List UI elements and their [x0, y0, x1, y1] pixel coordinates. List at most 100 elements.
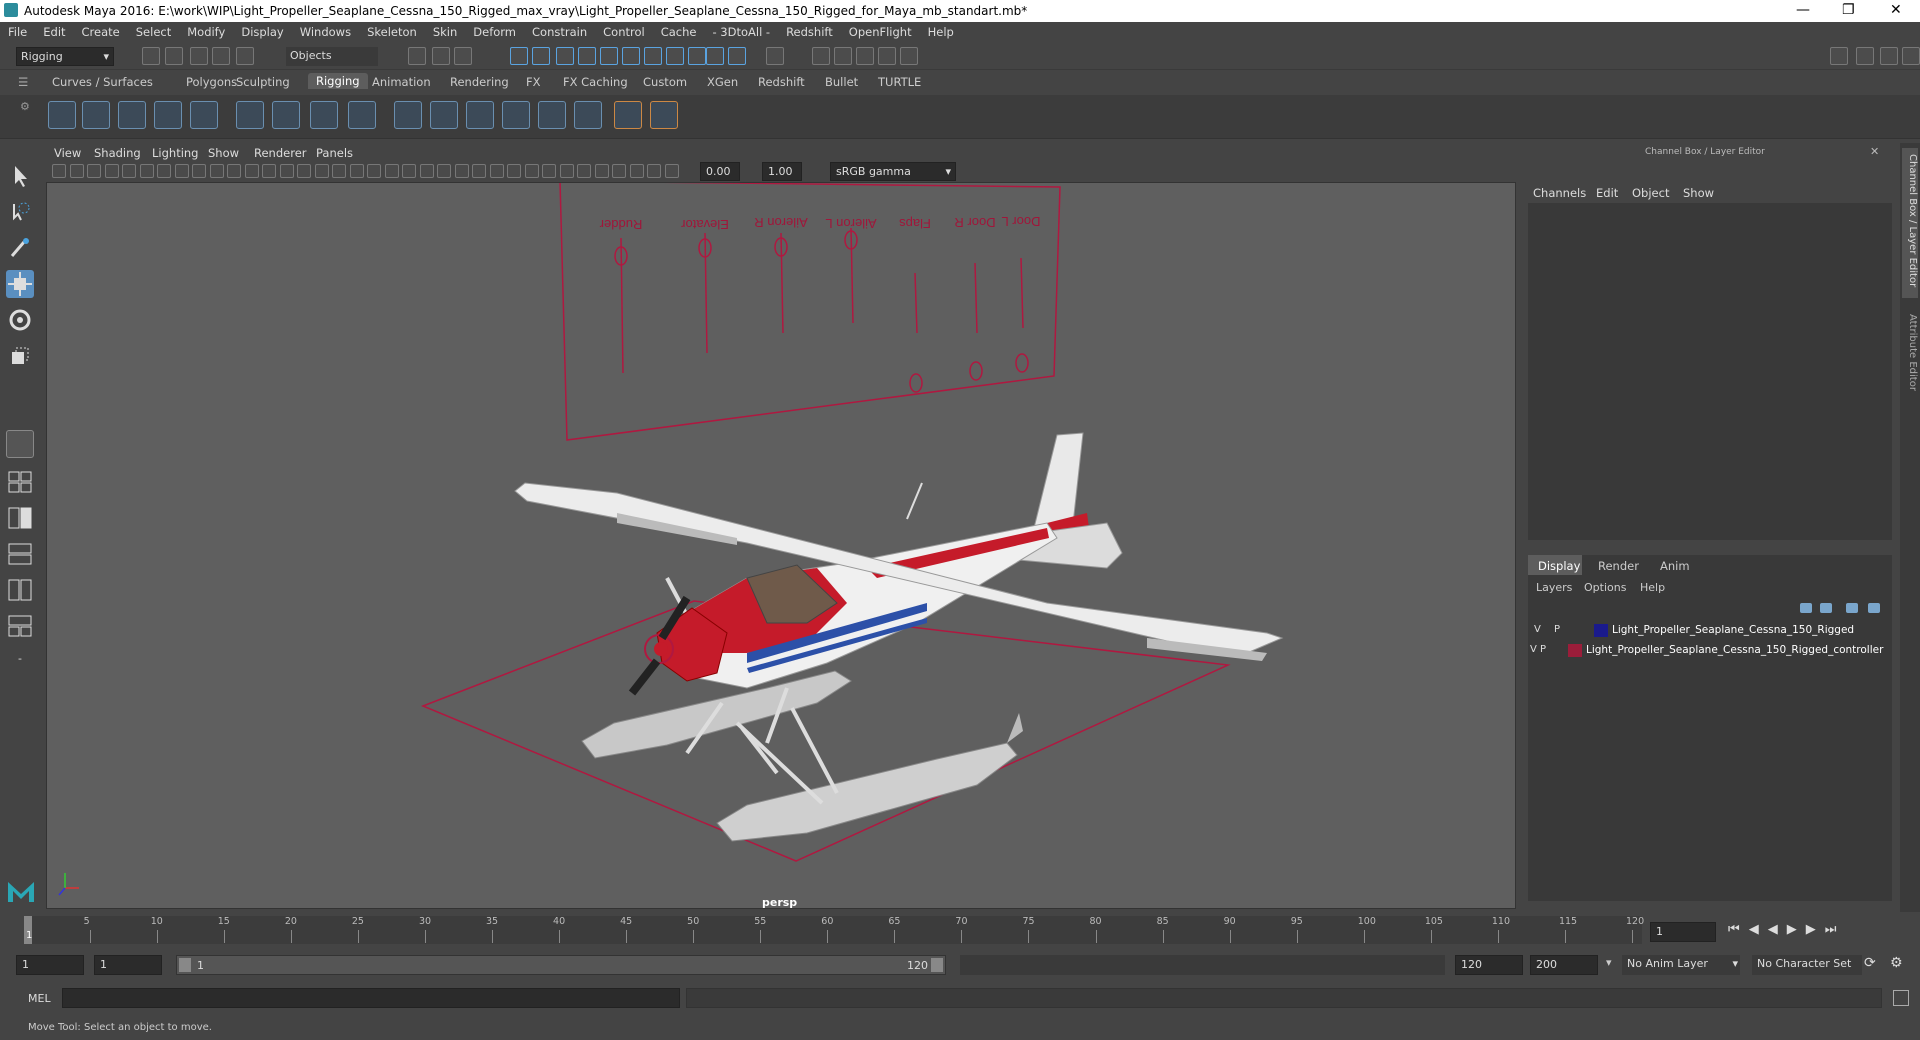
status-tool-icon[interactable] — [556, 47, 574, 65]
menu-skin[interactable]: Skin — [425, 22, 465, 39]
layer-name[interactable]: Light_Propeller_Seaplane_Cessna_150_Rigg… — [1612, 624, 1854, 636]
viewport-toolbar-icon[interactable] — [262, 164, 276, 178]
tab-channel-box[interactable]: Channel Box / Layer Editor — [1902, 148, 1918, 298]
selection-mode-dropdown[interactable]: Objects — [286, 47, 378, 66]
layer-row[interactable]: V P Light_Propeller_Seaplane_Cessna_150_Ri… — [1528, 621, 1892, 641]
status-tool-icon[interactable] — [532, 47, 550, 65]
controller-slider[interactable] — [1020, 257, 1024, 329]
time-slider[interactable]: 1 1 ⏮◀◀▶▶⏭ 5 10 15 20 25 30 35 40 45 50 55 60 65 70 75… — [0, 912, 1920, 948]
status-tool-icon[interactable] — [1902, 47, 1920, 65]
range-start-field[interactable]: 1 — [16, 955, 84, 975]
viewport-menu-shading[interactable]: Shading — [94, 146, 141, 160]
menu-help[interactable]: Help — [920, 22, 962, 39]
status-tool-icon[interactable] — [766, 47, 784, 65]
viewport-toolbar-icon[interactable] — [384, 164, 399, 178]
status-tool-icon[interactable] — [165, 47, 183, 65]
shelf-tab-custom[interactable]: Custom — [643, 75, 687, 89]
persp-uv-layout-icon[interactable] — [6, 612, 34, 640]
squash-icon[interactable] — [538, 101, 566, 129]
viewport-toolbar-icon[interactable] — [244, 164, 259, 178]
persp-outliner-layout-icon[interactable] — [6, 504, 34, 532]
menu-control[interactable]: Control — [595, 22, 653, 39]
range-end-handle[interactable] — [931, 958, 943, 972]
status-tool-icon[interactable] — [212, 47, 230, 65]
controller-slider[interactable] — [704, 232, 708, 354]
viewport-toolbar-icon[interactable] — [279, 164, 294, 178]
viewport-menu-view[interactable]: View — [54, 146, 81, 160]
layer-action-icon[interactable] — [1820, 603, 1832, 613]
shelf-options-icon[interactable]: ⚙ — [20, 100, 30, 113]
joint-tool-icon[interactable] — [48, 101, 76, 129]
status-tool-icon[interactable] — [408, 47, 426, 65]
viewport-toolbar-icon[interactable] — [157, 164, 171, 178]
move-tool-icon[interactable] — [6, 270, 34, 298]
controller-handle[interactable] — [909, 373, 923, 393]
status-tool-icon[interactable] — [688, 47, 706, 65]
tab-anim[interactable]: Anim — [1660, 559, 1690, 573]
range-start-handle[interactable] — [179, 958, 191, 972]
channel-menu-show[interactable]: Show — [1683, 186, 1714, 200]
viewport-menu-show[interactable]: Show — [208, 146, 239, 160]
menu-redshift[interactable]: Redshift — [778, 22, 841, 39]
viewport-toolbar-icon[interactable] — [87, 164, 101, 178]
skin-bind-icon[interactable] — [236, 101, 264, 129]
menu-cache[interactable]: Cache — [653, 22, 705, 39]
twist-icon[interactable] — [502, 101, 530, 129]
shelf-tab-polygons[interactable]: Polygons — [186, 75, 237, 89]
parent-constraint-icon[interactable] — [614, 101, 642, 129]
status-tool-icon[interactable] — [834, 47, 852, 65]
status-tool-icon[interactable] — [706, 47, 724, 65]
viewport-toolbar-icon[interactable] — [542, 164, 556, 178]
minimize-icon[interactable]: — — [1796, 2, 1810, 18]
status-tool-icon[interactable] — [454, 47, 472, 65]
viewport-toolbar-icon[interactable] — [297, 164, 311, 178]
menu-display[interactable]: Display — [233, 22, 291, 39]
mel-label[interactable]: MEL — [28, 992, 51, 1005]
menu-select[interactable]: Select — [128, 22, 179, 39]
shelf-tab-turtle[interactable]: TURTLE — [878, 75, 921, 89]
anim-layer-dropdown[interactable]: No Anim Layer ▾ — [1622, 955, 1740, 975]
four-view-layout-icon[interactable] — [6, 468, 34, 496]
viewport-toolbar-icon[interactable] — [192, 164, 206, 178]
viewport-toolbar-icon[interactable] — [612, 164, 626, 178]
menu-modify[interactable]: Modify — [179, 22, 233, 39]
lattice-icon[interactable] — [310, 101, 338, 129]
viewport-menu-panels[interactable]: Panels — [316, 146, 353, 160]
status-tool-icon[interactable] — [622, 47, 640, 65]
controller-slider[interactable] — [780, 232, 784, 334]
range-end-field[interactable]: 200 — [1530, 955, 1598, 975]
layer-color-swatch[interactable] — [1568, 644, 1582, 657]
layer-name[interactable]: Light_Propeller_Seaplane_Cessna_150_Rigg… — [1586, 644, 1883, 656]
mirror-joint-icon[interactable] — [118, 101, 146, 129]
menu-windows[interactable]: Windows — [292, 22, 359, 39]
viewport-toolbar-icon[interactable] — [454, 164, 469, 178]
character-set-dropdown[interactable]: No Character Set — [1752, 955, 1862, 975]
status-tool-icon[interactable] — [1830, 47, 1848, 65]
viewport-toolbar-icon[interactable] — [69, 164, 84, 178]
gamma-field[interactable]: 1.00 — [762, 162, 802, 181]
range-bar[interactable]: 1 120 — [176, 955, 946, 975]
single-perspective-layout-icon[interactable] — [6, 430, 34, 458]
viewport-toolbar-icon[interactable] — [524, 164, 539, 178]
viewport-toolbar-icon[interactable] — [52, 164, 66, 178]
command-input[interactable] — [62, 988, 680, 1008]
status-tool-icon[interactable] — [728, 47, 746, 65]
viewport-toolbar-icon[interactable] — [367, 164, 381, 178]
viewport-toolbar-icon[interactable] — [437, 164, 451, 178]
playback-start-field[interactable]: 1 — [94, 955, 162, 975]
status-tool-icon[interactable] — [432, 47, 450, 65]
playback-controls[interactable]: ⏮◀◀▶▶⏭ — [1728, 922, 1845, 937]
auto-key-icon[interactable]: ⟳ — [1864, 955, 1876, 971]
ik-handle-icon[interactable] — [190, 101, 218, 129]
shelf-tab-animation[interactable]: Animation — [372, 75, 431, 89]
channel-menu-object[interactable]: Object — [1632, 186, 1669, 200]
channel-menu-edit[interactable]: Edit — [1596, 186, 1618, 200]
shelf-tab-xgen[interactable]: XGen — [707, 75, 738, 89]
layer-menu-layers[interactable]: Layers — [1536, 581, 1572, 594]
viewport-toolbar-icon[interactable] — [122, 164, 136, 178]
layer-color-swatch[interactable] — [1594, 624, 1608, 637]
maximize-icon[interactable]: ❐ — [1842, 2, 1855, 18]
channel-box-area[interactable] — [1528, 203, 1892, 540]
status-tool-icon[interactable] — [812, 47, 830, 65]
viewport-toolbar-icon[interactable] — [647, 164, 661, 178]
